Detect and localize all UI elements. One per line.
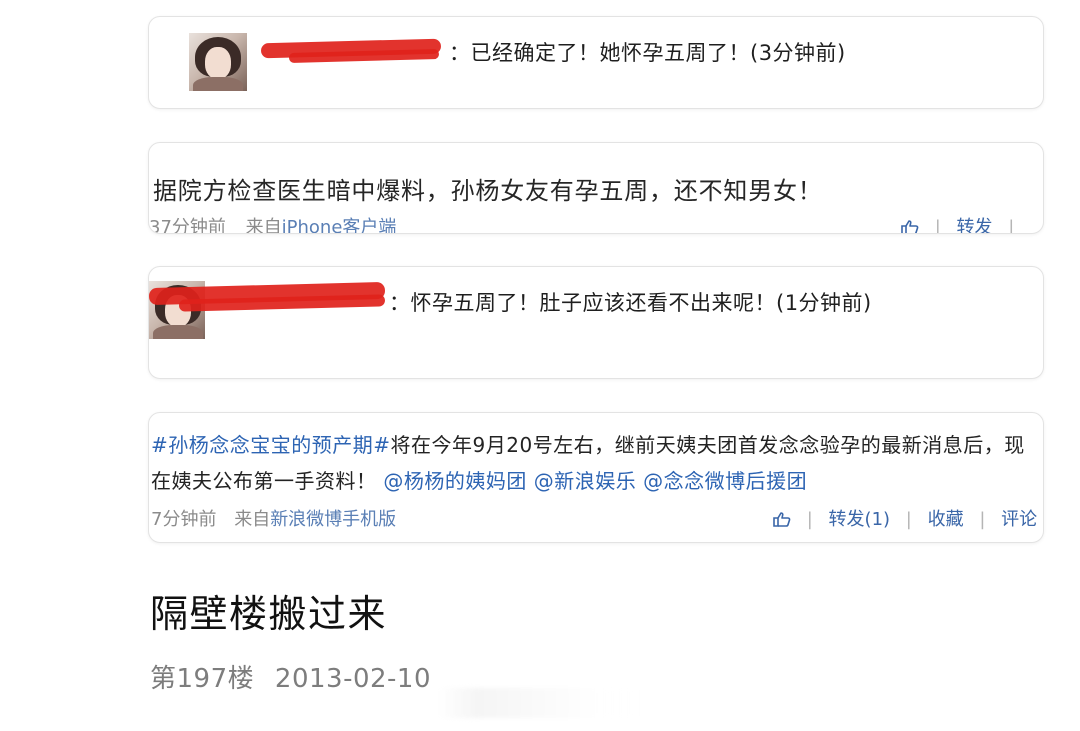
floor-number: 第197楼	[150, 664, 255, 694]
action-separator: |	[806, 509, 813, 530]
action-separator: |	[905, 509, 912, 530]
floor-info: 第197楼 2013-02-10	[150, 658, 431, 695]
thumbs-up-icon[interactable]	[901, 219, 919, 233]
post-meta: 7分钟前 来自新浪微博手机版 | 转发(1) | 收藏 | 评论	[149, 505, 1043, 535]
action-separator: |	[979, 509, 986, 530]
repost-link[interactable]: 转发(1)	[829, 509, 891, 530]
post-time[interactable]: 37分钟前	[149, 217, 226, 233]
weibo-post-card: 据院方检查医生暗中爆料，孙杨女友有孕五周，还不知男女！ 37分钟前 来自iPho…	[148, 142, 1044, 234]
source-prefix: 来自	[234, 509, 271, 530]
source-link[interactable]: iPhone客户端	[282, 217, 397, 233]
post-actions: | 转发(1) | 收藏 | 评论	[773, 505, 1037, 531]
source-link[interactable]: 新浪微博手机版	[270, 509, 396, 530]
post-meta: 37分钟前 来自iPhone客户端 | 转发 |	[149, 213, 1043, 234]
comment-text: ：怀孕五周了！肚子应该还看不出来呢！(1分钟前)	[389, 291, 872, 315]
post-meta-left: 37分钟前 来自iPhone客户端	[149, 213, 397, 234]
post-actions: | 转发 |	[901, 213, 1024, 234]
post-text: 据院方检查医生暗中爆料，孙杨女友有孕五周，还不知男女！	[153, 177, 823, 205]
comment-link[interactable]: 评论	[1001, 509, 1037, 530]
comment-card-2: ：怀孕五周了！肚子应该还看不出来呢！(1分钟前)	[148, 266, 1044, 379]
action-separator: |	[1008, 217, 1015, 234]
weibo-post-card: #孙杨念念宝宝的预产期#将在今年9月20号左右，继前天姨夫团首发念念验孕的最新消…	[148, 412, 1044, 543]
user-avatar[interactable]	[189, 33, 247, 91]
post-time[interactable]: 7分钟前	[151, 509, 216, 530]
mention-link[interactable]: @念念微博后援团	[643, 469, 807, 493]
post-heading: 隔壁楼搬过来	[150, 592, 388, 636]
blur-overlay	[438, 688, 638, 718]
thumbs-up-icon[interactable]	[773, 511, 791, 527]
post-text: #孙杨念念宝宝的预产期#将在今年9月20号左右，继前天姨夫团首发念念验孕的最新消…	[151, 427, 1031, 499]
source-prefix: 来自	[245, 217, 282, 234]
comment-text: ：已经确定了！她怀孕五周了！(3分钟前)	[449, 41, 846, 65]
repost-link[interactable]: 转发	[957, 217, 993, 233]
action-separator: |	[934, 217, 941, 234]
mention-link[interactable]: @杨杨的姨妈团	[383, 469, 527, 493]
post-date: 2013-02-10	[274, 664, 432, 694]
mention-link[interactable]: @新浪娱乐	[534, 469, 637, 493]
post-meta-left: 7分钟前 来自新浪微博手机版	[151, 505, 396, 531]
hashtag-link[interactable]: #孙杨念念宝宝的预产期#	[151, 433, 391, 457]
favorite-link[interactable]: 收藏	[928, 509, 964, 530]
comment-card-1: ：已经确定了！她怀孕五周了！(3分钟前)	[148, 16, 1044, 109]
